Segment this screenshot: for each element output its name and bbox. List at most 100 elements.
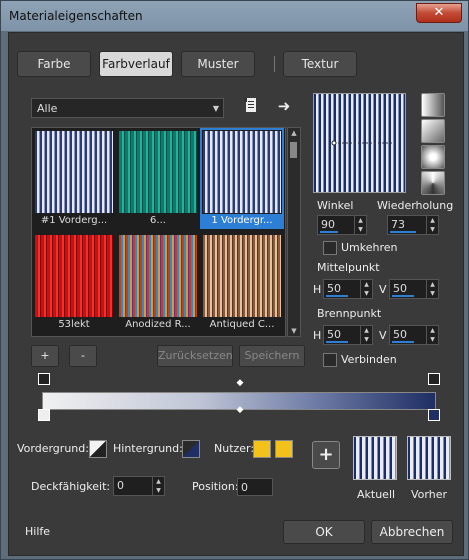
center-v-spinner[interactable]: 50 ▲ ▼ — [389, 279, 439, 299]
current-preview — [353, 436, 397, 480]
center-h-spinner[interactable]: 50 ▲ ▼ — [323, 279, 373, 299]
help-link[interactable]: Hilfe — [25, 525, 50, 538]
spinner-arrows-icon[interactable]: ▲ ▼ — [360, 280, 372, 298]
foreground-label: Vordergrund: — [17, 442, 89, 455]
opacity-spinner[interactable]: 0 ▲ ▼ — [113, 476, 165, 496]
scrollbar-thumb[interactable] — [290, 142, 297, 158]
focal-v-level — [392, 341, 414, 343]
gallery-swatch — [35, 235, 113, 317]
foreground-swatch[interactable] — [89, 440, 107, 458]
gallery-caption: Antiqued C... — [209, 319, 275, 330]
gallery-swatch — [203, 131, 281, 213]
gallery-caption: Anodized R... — [125, 319, 191, 330]
gallery-caption: 6... — [150, 215, 166, 226]
gallery-item-selected[interactable]: 1 Vordergr... — [200, 128, 284, 229]
tab-farbe[interactable]: Farbe — [17, 51, 91, 77]
gallery-swatch — [119, 131, 197, 213]
center-h-level — [326, 295, 348, 297]
sunburst-gradient-icon[interactable] — [421, 145, 445, 169]
spinner-arrows-icon[interactable]: ▲ ▼ — [360, 326, 372, 344]
chevron-down-icon: ▼ — [212, 104, 219, 113]
gradient-preview[interactable] — [313, 93, 406, 193]
gradient-panel: Alle ▼ ➜ #1 Vorderg... 6... 1 Vordergr.. — [17, 89, 455, 419]
link-label: Verbinden — [341, 353, 397, 366]
top-right-stop-marker[interactable] — [428, 373, 440, 385]
bottom-left-stop-marker[interactable] — [38, 409, 50, 421]
category-dropdown[interactable]: Alle ▼ — [31, 98, 224, 118]
repeat-value: 73 — [391, 218, 405, 231]
window-title: Materialeigenschaften — [9, 9, 143, 23]
focal-v-label: V — [379, 329, 387, 342]
spinner-arrows-icon[interactable]: ▲ ▼ — [426, 216, 438, 234]
gradient-direction-handle[interactable] — [314, 94, 405, 192]
category-dropdown-value: Alle — [37, 102, 58, 115]
angle-label: Winkel — [317, 199, 354, 212]
repeat-level — [390, 231, 416, 233]
current-label: Aktuell — [357, 488, 396, 501]
title-bar: Materialeigenschaften ✕ — [1, 1, 468, 31]
rectangular-gradient-icon[interactable] — [421, 119, 445, 143]
scroll-down-icon[interactable]: ▼ — [289, 326, 299, 336]
user-color-swatch-1[interactable] — [253, 440, 271, 458]
spinner-arrows-icon[interactable]: ▲ ▼ — [152, 477, 164, 495]
focal-h-spinner[interactable]: 50 ▲ ▼ — [323, 325, 373, 345]
repeat-spinner[interactable]: 73 ▲ ▼ — [387, 215, 439, 235]
dialog-body: Farbe Farbverlauf Muster Textur Alle ▼ ➜… — [8, 32, 464, 556]
spinner-arrows-icon[interactable]: ▲ ▼ — [426, 326, 438, 344]
bottom-right-stop-marker[interactable] — [428, 409, 440, 421]
color-midpoint-marker[interactable]: ◆ — [235, 405, 245, 415]
page-icon[interactable] — [242, 97, 260, 115]
gallery-item[interactable]: #1 Vorderg... — [34, 130, 114, 227]
angle-spinner[interactable]: 90 ▲ ▼ — [317, 215, 367, 235]
user-color-swatch-2[interactable] — [275, 440, 293, 458]
focal-h-label: H — [313, 329, 322, 342]
tab-divider — [274, 56, 275, 72]
add-plus-icon[interactable]: + — [312, 441, 340, 469]
center-v-level — [392, 295, 414, 297]
close-button[interactable]: ✕ — [416, 3, 462, 23]
link-checkbox[interactable] — [323, 353, 337, 367]
midpoint-marker[interactable]: ◆ — [235, 378, 245, 388]
previous-label: Vorher — [411, 488, 447, 501]
linear-gradient-icon[interactable] — [421, 93, 445, 117]
angle-level — [320, 231, 338, 233]
gallery-item[interactable]: 53lekt — [34, 234, 114, 331]
scroll-up-icon[interactable]: ▲ — [289, 128, 299, 138]
remove-gradient-button[interactable]: - — [69, 345, 97, 367]
repeat-label: Wiederholung — [377, 199, 454, 212]
center-label: Mittelpunkt — [317, 261, 380, 274]
arrow-right-icon[interactable]: ➜ — [275, 97, 293, 115]
previous-preview[interactable] — [407, 436, 451, 480]
gallery-item[interactable]: 6... — [118, 130, 198, 227]
opacity-value: 0 — [117, 479, 124, 492]
cancel-button[interactable]: Abbrechen — [371, 520, 453, 544]
center-v-value: 50 — [393, 282, 407, 295]
gradient-gallery: #1 Vorderg... 6... 1 Vordergr... 53lekt … — [31, 127, 286, 337]
position-input[interactable]: 0 — [237, 478, 273, 496]
reset-button[interactable]: Zurücksetzen — [157, 345, 233, 367]
gallery-caption: #1 Vorderg... — [40, 215, 108, 226]
invert-label: Umkehren — [341, 241, 398, 254]
spinner-arrows-icon[interactable]: ▲ ▼ — [354, 216, 366, 234]
focal-v-spinner[interactable]: 50 ▲ ▼ — [389, 325, 439, 345]
invert-checkbox[interactable] — [323, 241, 337, 255]
position-label: Position: — [192, 480, 239, 493]
gallery-item[interactable]: Antiqued C... — [202, 234, 282, 331]
tab-farbverlauf[interactable]: Farbverlauf — [99, 51, 173, 77]
background-swatch[interactable] — [182, 440, 200, 458]
tab-muster[interactable]: Muster — [181, 51, 255, 77]
spinner-arrows-icon[interactable]: ▲ ▼ — [426, 280, 438, 298]
tab-textur[interactable]: Textur — [283, 51, 357, 77]
top-left-stop-marker[interactable] — [38, 373, 50, 385]
ok-button[interactable]: OK — [283, 520, 365, 544]
add-gradient-button[interactable]: + — [31, 345, 59, 367]
focal-label: Brennpunkt — [317, 307, 382, 320]
gallery-scrollbar[interactable]: ▲ ▼ — [287, 127, 301, 337]
gallery-swatch — [119, 235, 197, 317]
save-button[interactable]: Speichern — [239, 345, 305, 367]
position-value: 0 — [241, 481, 248, 494]
gallery-caption: 53lekt — [58, 319, 90, 330]
radial-gradient-icon[interactable] — [421, 171, 445, 195]
focal-v-value: 50 — [393, 328, 407, 341]
gallery-item[interactable]: Anodized R... — [118, 234, 198, 331]
